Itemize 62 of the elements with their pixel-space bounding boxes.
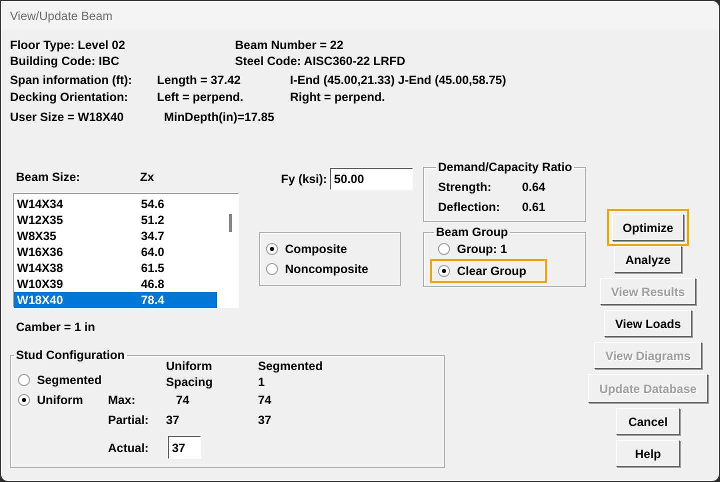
fy-input-field[interactable]: 50.00 [330,168,413,190]
column-header: Segmented [258,358,324,374]
column-header: Uniform [166,358,213,374]
info-text: Steel Code: AISC360-22 LRFD [235,53,406,69]
table-cell-text: 37 [166,412,180,429]
info-text: Length = 37.42 [157,72,242,89]
radio-label[interactable]: Group: 1 [457,242,507,256]
info-text: Span information (ft): [10,72,133,89]
group-title: Beam Group [435,225,510,239]
actual-input-field[interactable]: 37 [168,436,201,459]
list-item[interactable]: W16X36 64.0 [14,244,217,260]
ratio-label: Deflection: [438,199,502,216]
radio-label[interactable]: Segmented [37,373,102,387]
list-item[interactable]: W12X35 51.2 [14,212,217,228]
info-text: Left = perpend. [157,89,244,106]
list-item[interactable]: W8X35 34.7 [14,228,217,244]
radio-button[interactable] [266,263,278,275]
radio-button[interactable] [266,243,278,255]
row-label: Partial: [108,412,150,429]
info-text: User Size = W18X40 [10,109,125,126]
dialog-button[interactable]: Help [616,440,680,467]
info-text: MinDepth(in)=17.85 [164,109,276,126]
camber-text: Camber = 1 in [16,320,96,334]
list-item[interactable]: W14X38 61.5 [14,260,217,276]
info-text: I-End (45.00,21.33) J-End (45.00,58.75) [290,72,508,89]
group-title: Demand/Capacity Ratio [437,160,574,174]
list-item[interactable]: W14X34 54.6 [14,196,217,212]
beam-size-list[interactable]: W14X34 54.6 W12X35 51.2 W8X35 34.7 W16X36 64.0 W14X38 61.5 W10X39 46.8 W18X40 78.4 [13,193,239,308]
table-cell-text: 74 [258,392,272,409]
scroll-thumb[interactable] [229,214,232,232]
row-label: Max: [108,392,136,409]
info-text: Floor Type: Level 02 [10,37,126,53]
info-text: Decking Orientation: [10,89,130,106]
info-text: Right = perpend. [290,89,386,106]
info-text: Beam Number = 22 [235,37,344,53]
ratio-value: 0.61 [522,199,546,216]
radio-label[interactable]: Noncomposite [285,262,368,276]
dialog-button[interactable]: View Loads [604,310,692,337]
window-title: View/Update Beam [10,9,113,23]
info-text: Building Code: IBC [10,53,120,69]
radio-button[interactable] [438,243,450,255]
radio-button[interactable] [18,394,30,406]
ratio-label: Strength: [438,179,492,196]
column-header: 1 [258,374,266,390]
radio-button[interactable] [18,374,30,386]
radio-label[interactable]: Composite [285,242,348,256]
column-header: Zx [140,170,156,186]
column-header: Spacing [166,374,214,390]
table-cell-text: 37 [258,412,272,429]
radio-button[interactable] [438,265,450,277]
table-cell-text: 74 [175,392,190,409]
dialog-button[interactable]: Cancel [616,408,680,435]
radio-label[interactable]: Uniform [37,393,83,407]
list-item[interactable]: W18X40 78.4 [14,292,217,308]
field-label: Actual: [108,440,150,454]
column-header: Beam Size: [16,170,82,186]
dialog-button[interactable]: Analyze [614,246,682,273]
radio-label[interactable]: Clear Group [457,264,526,278]
group-title: Stud Configuration [15,348,126,362]
list-item[interactable]: W10X39 46.8 [14,276,217,292]
ratio-value: 0.64 [522,179,546,196]
field-label: Fy (ksi): [280,172,327,186]
